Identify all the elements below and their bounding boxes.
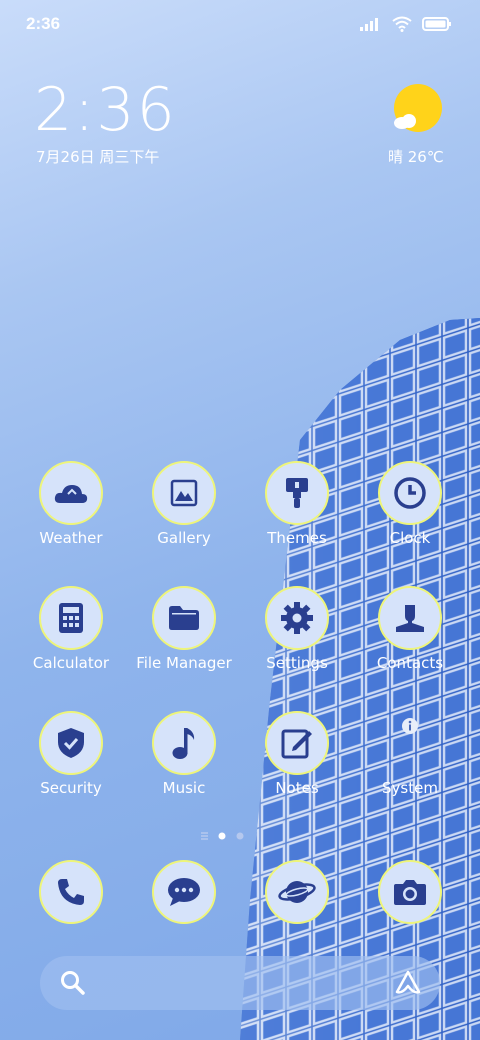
app-label: Gallery xyxy=(157,529,211,547)
app-label: Security xyxy=(40,779,102,797)
app-label: System xyxy=(382,779,438,797)
app-weather[interactable]: Weather xyxy=(21,461,121,547)
widget-date: 7月26日 周三下午 xyxy=(36,148,160,166)
page-indicator[interactable] xyxy=(200,830,280,842)
dock-messages[interactable] xyxy=(134,860,234,924)
paintbrush-icon xyxy=(286,478,308,508)
pager-dot xyxy=(236,832,244,840)
gallery-icon xyxy=(170,479,198,507)
app-notes[interactable]: Notes xyxy=(247,711,347,797)
app-calculator[interactable]: Calculator xyxy=(21,586,121,672)
dock-phone[interactable] xyxy=(21,860,121,924)
app-security[interactable]: Security xyxy=(21,711,121,797)
status-time: 2:36 xyxy=(26,14,61,33)
sun-weather-icon[interactable] xyxy=(390,84,446,140)
app-label: Notes xyxy=(275,779,319,797)
browser-icon xyxy=(278,881,316,903)
info-icon xyxy=(402,718,418,734)
app-label: Weather xyxy=(39,529,103,547)
app-themes[interactable]: Themes xyxy=(247,461,347,547)
signal-icon xyxy=(360,18,378,31)
app-music[interactable]: Music xyxy=(134,711,234,797)
app-label: Clock xyxy=(389,529,431,547)
weather-icon xyxy=(54,485,88,503)
battery-icon xyxy=(422,17,451,31)
notes-icon xyxy=(281,729,312,759)
app-label: Settings xyxy=(266,654,328,672)
assistant-icon[interactable] xyxy=(394,970,422,996)
app-label: Music xyxy=(162,779,206,797)
app-contacts[interactable]: Contacts xyxy=(360,586,460,672)
app-gallery[interactable]: Gallery xyxy=(134,461,234,547)
widget-weather: 晴 26℃ xyxy=(388,148,444,166)
app-file-manager[interactable]: File Manager xyxy=(134,586,234,672)
clock-icon xyxy=(394,477,426,509)
phone-icon xyxy=(58,879,84,905)
app-clock[interactable]: Clock xyxy=(360,461,460,547)
message-icon xyxy=(168,878,200,906)
calculator-icon xyxy=(59,603,83,633)
pager-lines-icon xyxy=(201,832,208,840)
dock-camera[interactable] xyxy=(360,860,460,924)
widget-clock[interactable]: 2:36 xyxy=(34,78,177,142)
search-bar[interactable] xyxy=(40,956,440,1010)
app-label: File Manager xyxy=(136,654,232,672)
pager-dot-active xyxy=(218,832,226,840)
status-bar: 2:36 xyxy=(26,14,452,38)
app-label: Themes xyxy=(267,529,327,547)
music-note-icon xyxy=(172,728,195,759)
app-label: Calculator xyxy=(32,654,110,672)
app-label: Contacts xyxy=(376,654,444,672)
camera-icon xyxy=(394,880,426,905)
app-settings[interactable]: Settings xyxy=(247,586,347,672)
dock-browser[interactable] xyxy=(247,860,347,924)
shield-icon xyxy=(58,728,84,758)
search-icon[interactable] xyxy=(60,970,86,996)
app-system[interactable]: System xyxy=(360,711,460,797)
person-icon xyxy=(396,605,424,632)
folder-icon xyxy=(169,606,199,630)
gear-icon xyxy=(281,602,313,634)
wifi-icon xyxy=(392,16,412,32)
